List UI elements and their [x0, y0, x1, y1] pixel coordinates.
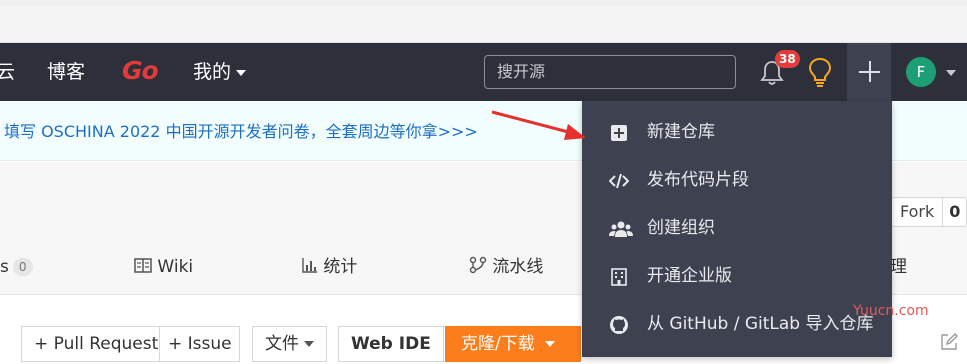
tab-issues-count: 0 — [12, 258, 33, 276]
watermark: Yuucn.com — [853, 303, 929, 319]
issue-button[interactable]: + Issue — [159, 326, 240, 362]
menu-item-publish-snippet[interactable]: 发布代码片段 — [582, 161, 892, 201]
pull-request-button[interactable]: + Pull Request — [21, 326, 172, 362]
menu-item-enterprise[interactable]: 开通企业版 — [582, 257, 892, 297]
nav-item-go[interactable]: Go — [122, 55, 159, 87]
create-dropdown-menu: 新建仓库 发布代码片段 创建组织 开通企业版 从 GitHub / GitLab… — [582, 101, 892, 357]
building-icon — [611, 268, 627, 286]
tab-wiki[interactable]: Wiki — [134, 255, 193, 279]
banner-link[interactable]: 填写 OSCHINA 2022 中国开源开发者问卷，全套周边等你拿>>> — [4, 121, 478, 143]
tab-pipeline-label: 流水线 — [492, 257, 544, 277]
web-ide-button[interactable]: Web IDE — [338, 326, 444, 362]
tab-issues-label: s — [0, 257, 9, 277]
annotation-arrow-icon — [491, 110, 586, 140]
nav-item-mine-label: 我的 — [193, 61, 232, 83]
fork-count[interactable]: 0 — [943, 198, 966, 226]
menu-label-publish-snippet: 发布代码片段 — [647, 170, 749, 190]
notification-badge: 38 — [775, 50, 800, 68]
search-input[interactable]: 搜开源 — [484, 55, 736, 89]
chevron-down-icon — [304, 341, 314, 347]
tab-manage[interactable]: 理 — [890, 255, 907, 279]
book-icon — [134, 258, 152, 273]
tab-stats[interactable]: 统计 — [302, 255, 357, 279]
menu-item-create-org[interactable]: 创建组织 — [582, 209, 892, 249]
clone-button-label: 克隆/下载 — [461, 334, 535, 354]
menu-item-new-repo[interactable]: 新建仓库 — [582, 113, 892, 153]
tab-pipeline[interactable]: 流水线 — [469, 255, 543, 279]
fork-button-group[interactable]: Fork 0 — [891, 197, 967, 227]
nav-item-blog[interactable]: 博客 — [47, 59, 85, 85]
chevron-down-icon — [236, 69, 247, 76]
menu-label-new-repo: 新建仓库 — [647, 122, 715, 142]
file-dropdown-button[interactable]: 文件 — [252, 326, 327, 362]
menu-label-enterprise: 开通企业版 — [647, 266, 732, 286]
clone-download-button[interactable]: 克隆/下载 — [445, 326, 581, 362]
menu-label-import-repo: 从 GitHub / GitLab 导入仓库 — [647, 314, 874, 334]
nav-item-mine[interactable]: 我的 — [193, 59, 247, 85]
browser-strip — [0, 0, 967, 6]
avatar-chevron-down-icon[interactable] — [946, 70, 956, 76]
pipeline-icon — [469, 256, 487, 274]
nav-item-cloud[interactable]: 云 — [0, 59, 15, 85]
create-plus-button[interactable] — [847, 43, 891, 101]
avatar[interactable]: F — [906, 57, 936, 87]
plus-square-icon — [611, 125, 627, 141]
chevron-down-icon — [544, 341, 555, 347]
file-button-label: 文件 — [265, 334, 299, 354]
tab-wiki-label: Wiki — [157, 257, 194, 277]
bar-chart-icon — [302, 258, 317, 273]
tab-stats-label: 统计 — [323, 257, 358, 277]
lightbulb-icon[interactable] — [806, 56, 834, 88]
code-icon — [609, 173, 629, 189]
tab-issues[interactable]: s0 — [0, 255, 33, 279]
browser-top-bar — [0, 0, 967, 43]
edit-icon[interactable] — [940, 333, 958, 351]
users-icon — [609, 221, 633, 237]
menu-item-import-repo[interactable]: 从 GitHub / GitLab 导入仓库 — [582, 305, 892, 345]
fork-label[interactable]: Fork — [892, 198, 944, 226]
github-icon — [610, 316, 628, 334]
plus-icon-v — [868, 61, 871, 82]
menu-label-create-org: 创建组织 — [647, 218, 715, 238]
